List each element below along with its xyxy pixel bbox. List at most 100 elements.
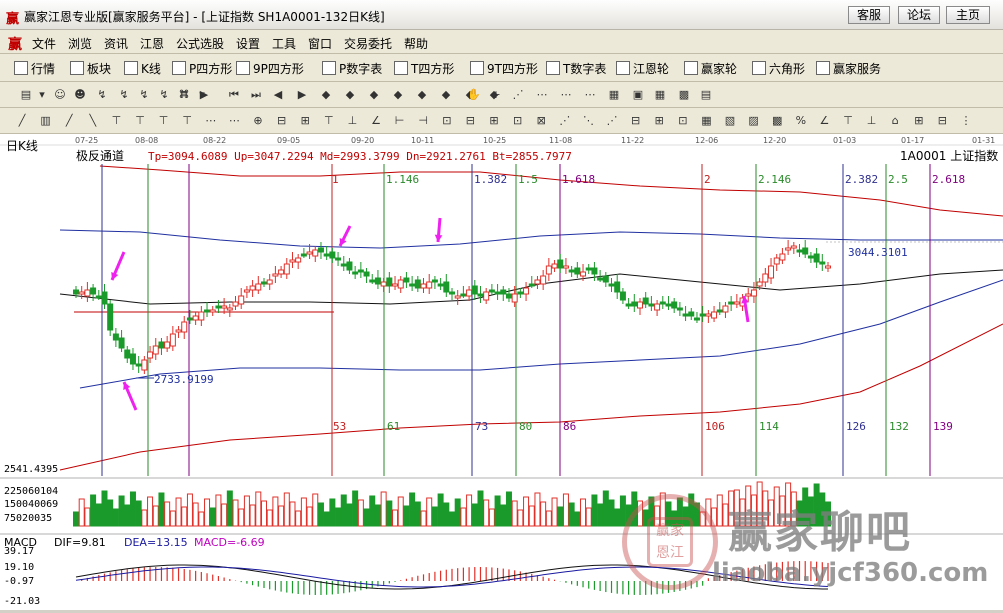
- calendar-icon[interactable]: ▦: [606, 87, 622, 103]
- toolbar-ts-button[interactable]: T四方形: [394, 60, 454, 77]
- last-icon[interactable]: ⏭: [248, 87, 264, 103]
- draw-tool-15-icon[interactable]: ⊥: [344, 113, 360, 129]
- layout-icon[interactable]: ▤: [18, 87, 34, 103]
- print-icon[interactable]: ▤: [698, 87, 714, 103]
- draw-tool-36-icon[interactable]: ⊤: [840, 113, 856, 129]
- line-icon[interactable]: ⋰: [510, 87, 526, 103]
- draw-tool-37-icon[interactable]: ⊥: [864, 113, 880, 129]
- export-icon[interactable]: ▩: [676, 87, 692, 103]
- draw-tool-2-icon[interactable]: ▥: [38, 113, 54, 129]
- menu-file[interactable]: 文件: [32, 35, 56, 52]
- draw-tool-27-icon[interactable]: ⊟: [628, 113, 644, 129]
- draw-tool-38-icon[interactable]: ⌂: [887, 113, 903, 129]
- draw-tool-3-icon[interactable]: ╱: [61, 113, 77, 129]
- draw-tool-21-icon[interactable]: ⊞: [486, 113, 502, 129]
- play-icon[interactable]: ▶: [196, 87, 212, 103]
- zoom-icon[interactable]: ◆: [318, 87, 334, 103]
- period2-icon[interactable]: ↯: [116, 87, 132, 103]
- draw-tool-22-icon[interactable]: ⊡: [510, 113, 526, 129]
- draw-tool-26-icon[interactable]: ⋰: [604, 113, 620, 129]
- period3-icon[interactable]: ↯: [136, 87, 152, 103]
- save-icon[interactable]: ▦: [652, 87, 668, 103]
- draw-tool-11-icon[interactable]: ⊕: [250, 113, 266, 129]
- draw-tool-18-icon[interactable]: ⊣: [415, 113, 431, 129]
- toolbar-gann-wheel-button[interactable]: 江恩轮: [616, 60, 669, 77]
- wave2-icon[interactable]: ⋯: [558, 87, 574, 103]
- first-icon[interactable]: ⏮: [226, 87, 242, 103]
- gann-icon[interactable]: ⌘: [176, 87, 192, 103]
- draw-tool-23-icon[interactable]: ⊠: [533, 113, 549, 129]
- homepage-button[interactable]: 主页: [946, 6, 990, 24]
- toolbar-candlestick-button[interactable]: K线: [124, 60, 161, 77]
- zoom6-icon[interactable]: ◆: [438, 87, 454, 103]
- draw-tool-5-icon[interactable]: ⊤: [108, 113, 124, 129]
- draw-tool-41-icon[interactable]: ⋮: [958, 113, 974, 129]
- forum-button[interactable]: 论坛: [898, 6, 940, 24]
- menu-browse[interactable]: 浏览: [68, 35, 92, 52]
- draw-tool-8-icon[interactable]: ⊤: [179, 113, 195, 129]
- menu-window[interactable]: 窗口: [308, 35, 332, 52]
- draw-tool-10-icon[interactable]: ⋯: [226, 113, 242, 129]
- draw-tool-9-icon[interactable]: ⋯: [203, 113, 219, 129]
- zoom3-icon[interactable]: ◆: [366, 87, 382, 103]
- period4-icon[interactable]: ↯: [156, 87, 172, 103]
- toolbar-pn-button[interactable]: P数字表: [322, 60, 382, 77]
- menu-help[interactable]: 帮助: [404, 35, 428, 52]
- wave3-icon[interactable]: ⋯: [582, 87, 598, 103]
- toolbar-t9-button[interactable]: 9T四方形: [470, 60, 538, 77]
- crosshair-icon[interactable]: +: [488, 87, 504, 103]
- draw-tool-39-icon[interactable]: ⊞: [911, 113, 927, 129]
- draw-tool-28-icon[interactable]: ⊞: [651, 113, 667, 129]
- draw-tool-17-icon[interactable]: ⊢: [392, 113, 408, 129]
- customer-service-button[interactable]: 客服: [848, 6, 890, 24]
- draw-tool-24-icon[interactable]: ⋰: [557, 113, 573, 129]
- draw-tool-6-icon[interactable]: ⊤: [132, 113, 148, 129]
- toolbar-win-wheel-button[interactable]: 赢家轮: [684, 60, 737, 77]
- period-icon[interactable]: ↯: [94, 87, 110, 103]
- toolbar-ps-button[interactable]: P四方形: [172, 60, 232, 77]
- draw-tool-40-icon[interactable]: ⊟: [934, 113, 950, 129]
- draw-tool-20-icon[interactable]: ⊟: [462, 113, 478, 129]
- dropdown-icon[interactable]: ▾: [34, 87, 50, 103]
- toolbar-tn-button[interactable]: T数字表: [546, 60, 606, 77]
- toolbar-blocks-button[interactable]: 板块: [70, 60, 111, 77]
- zoom5-icon[interactable]: ◆: [414, 87, 430, 103]
- face-icon[interactable]: ☺: [52, 87, 68, 103]
- left-icon[interactable]: ◀: [270, 87, 286, 103]
- candle-body: [169, 333, 176, 347]
- draw-tool-1-icon[interactable]: ╱: [14, 113, 30, 129]
- menu-news[interactable]: 资讯: [104, 35, 128, 52]
- menu-tools[interactable]: 工具: [272, 35, 296, 52]
- menu-settings[interactable]: 设置: [236, 35, 260, 52]
- draw-tool-12-icon[interactable]: ⊟: [274, 113, 290, 129]
- draw-tool-33-icon[interactable]: ▩: [769, 113, 785, 129]
- candle-body: [722, 305, 729, 313]
- zoom4-icon[interactable]: ◆: [390, 87, 406, 103]
- toolbar-9p-button[interactable]: 9P四方形: [236, 60, 304, 77]
- menu-trade[interactable]: 交易委托: [344, 35, 392, 52]
- zoom2-icon[interactable]: ◆: [342, 87, 358, 103]
- menu-formula-screen[interactable]: 公式选股: [176, 35, 224, 52]
- draw-tool-16-icon[interactable]: ∠: [368, 113, 384, 129]
- table-icon[interactable]: ▣: [630, 87, 646, 103]
- draw-tool-30-icon[interactable]: ▦: [698, 113, 714, 129]
- hand-icon[interactable]: ✋: [466, 87, 482, 103]
- toolbar-hexagon-button[interactable]: 六角形: [752, 60, 805, 77]
- draw-tool-31-icon[interactable]: ▧: [722, 113, 738, 129]
- draw-tool-7-icon[interactable]: ⊤: [156, 113, 172, 129]
- right-icon[interactable]: ▶: [294, 87, 310, 103]
- draw-tool-13-icon[interactable]: ⊞: [297, 113, 313, 129]
- draw-tool-29-icon[interactable]: ⊡: [675, 113, 691, 129]
- draw-tool-19-icon[interactable]: ⊡: [439, 113, 455, 129]
- draw-tool-34-icon[interactable]: %: [793, 113, 809, 129]
- draw-tool-25-icon[interactable]: ⋱: [580, 113, 596, 129]
- face2-icon[interactable]: ☻: [72, 87, 88, 103]
- toolbar-grid-button[interactable]: 行情: [14, 60, 55, 77]
- draw-tool-4-icon[interactable]: ╲: [85, 113, 101, 129]
- draw-tool-32-icon[interactable]: ▨: [746, 113, 762, 129]
- toolbar-dollar-button[interactable]: 赢家服务: [816, 60, 881, 77]
- wave-icon[interactable]: ⋯: [534, 87, 550, 103]
- menu-gann[interactable]: 江恩: [140, 35, 164, 52]
- draw-tool-14-icon[interactable]: ⊤: [321, 113, 337, 129]
- draw-tool-35-icon[interactable]: ∠: [816, 113, 832, 129]
